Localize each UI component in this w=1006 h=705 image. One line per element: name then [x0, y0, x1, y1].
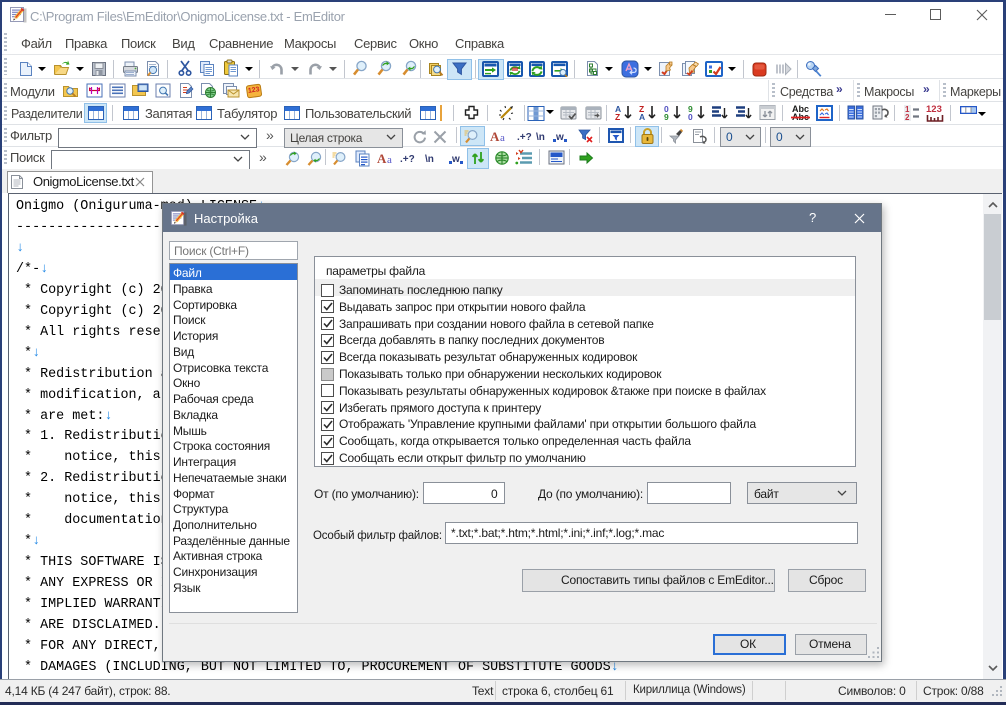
svg-text:Z: Z — [615, 112, 620, 122]
svg-text:A: A — [377, 151, 387, 166]
svg-text:A: A — [639, 112, 645, 122]
svg-text:w: w — [451, 154, 460, 165]
svg-text:w: w — [555, 132, 564, 143]
svg-text:123: 123 — [926, 104, 942, 115]
svg-text:a: a — [387, 154, 392, 166]
svg-text:A: A — [490, 129, 500, 144]
svg-text:\n: \n — [536, 132, 545, 143]
svg-text:0: 0 — [688, 112, 693, 122]
svg-text:.+?: .+? — [517, 132, 532, 143]
svg-text:\n: \n — [425, 154, 434, 165]
svg-text:2: 2 — [905, 113, 910, 122]
svg-text:.+?: .+? — [400, 154, 415, 165]
svg-text:9: 9 — [664, 112, 669, 122]
svg-text:a: a — [500, 132, 505, 144]
